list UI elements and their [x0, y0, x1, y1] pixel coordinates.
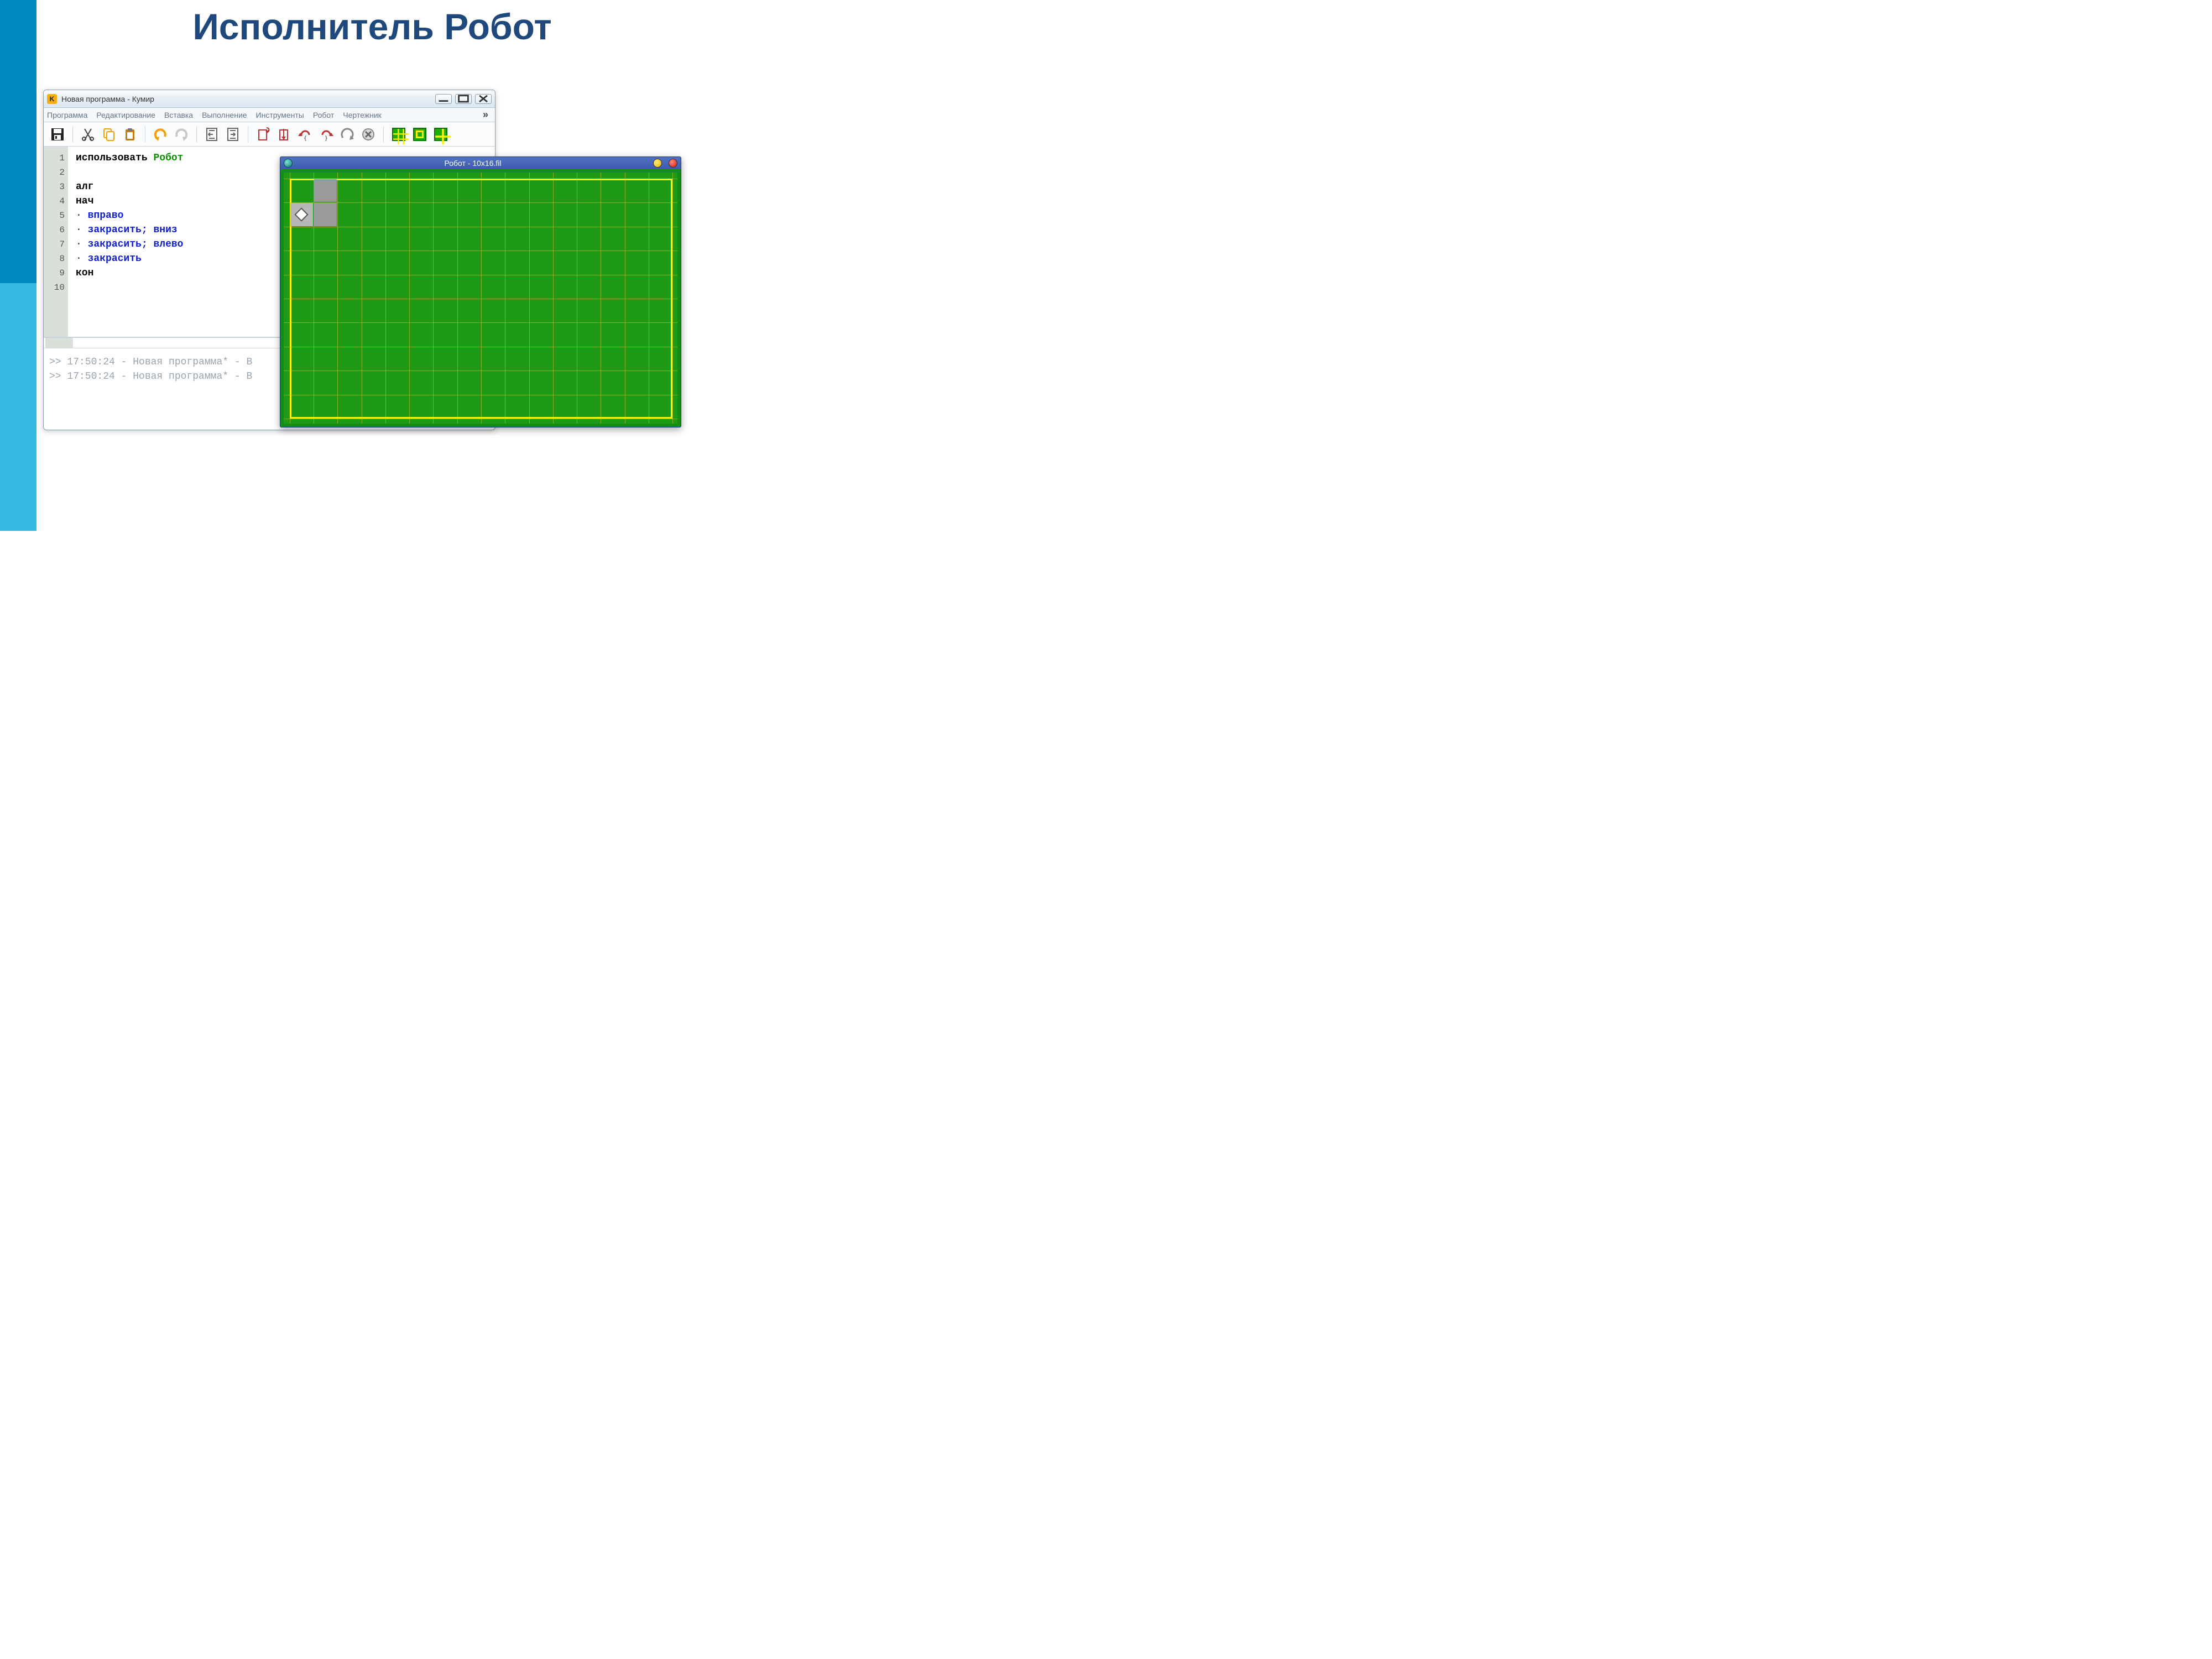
step-over-icon[interactable]	[276, 126, 293, 143]
loop-start-icon[interactable]: {	[297, 126, 314, 143]
robot-grid-icon[interactable]	[390, 126, 407, 143]
menu-insert[interactable]: Вставка	[164, 111, 193, 119]
bullet-icon: ·	[76, 225, 82, 236]
maximize-button[interactable]	[455, 94, 472, 104]
svg-text:}: }	[325, 135, 328, 142]
line-number: 4	[44, 194, 65, 208]
line-number: 6	[44, 223, 65, 237]
toolbar: { }	[44, 122, 495, 147]
undo-icon[interactable]	[152, 126, 169, 143]
code-command: закрасить;	[88, 225, 148, 236]
robot-cell-icon[interactable]	[432, 126, 449, 143]
step-in-icon[interactable]	[255, 126, 272, 143]
slide-left-band-top	[0, 0, 36, 283]
line-number: 9	[44, 266, 65, 280]
robot-frame-icon[interactable]	[411, 126, 428, 143]
minimize-button[interactable]	[435, 94, 452, 104]
painted-cell	[314, 203, 337, 226]
window-controls	[435, 94, 492, 104]
paste-icon[interactable]	[122, 126, 138, 143]
loop-end-icon[interactable]: }	[318, 126, 335, 143]
robot-window: Робот - 10x16.fil	[280, 156, 681, 427]
robot-close-button[interactable]	[669, 159, 677, 168]
pin-icon[interactable]	[284, 159, 293, 168]
indent-icon[interactable]	[225, 126, 241, 143]
code-command: влево	[153, 239, 183, 250]
robot-titlebar[interactable]: Робот - 10x16.fil	[280, 157, 681, 169]
menu-bar: Программа Редактирование Вставка Выполне…	[44, 108, 495, 122]
menu-overflow[interactable]: »	[483, 109, 492, 121]
line-number: 8	[44, 252, 65, 266]
line-number: 7	[44, 237, 65, 252]
robot-window-title: Робот - 10x16.fil	[297, 159, 649, 168]
menu-tools[interactable]: Инструменты	[256, 111, 304, 119]
robot-field[interactable]	[284, 173, 677, 424]
diamond-icon	[295, 207, 309, 221]
bullet-icon: ·	[76, 239, 82, 250]
code-command: вправо	[88, 210, 124, 221]
kumir-window-title: Новая программа - Кумир	[61, 95, 431, 103]
gutter-notch	[45, 338, 73, 348]
save-icon[interactable]	[49, 126, 66, 143]
kumir-titlebar[interactable]: K Новая программа - Кумир	[44, 90, 495, 108]
menu-robot[interactable]: Робот	[313, 111, 334, 119]
outdent-icon[interactable]	[204, 126, 220, 143]
line-number: 5	[44, 208, 65, 223]
menu-drawer[interactable]: Чертежник	[343, 111, 382, 119]
line-number: 2	[44, 165, 65, 180]
run-icon[interactable]	[339, 126, 356, 143]
copy-icon[interactable]	[101, 126, 117, 143]
line-gutter: 1 2 3 4 5 6 7 8 9 10	[44, 147, 68, 337]
bullet-icon: ·	[76, 253, 82, 264]
line-number: 3	[44, 180, 65, 194]
line-number: 1	[44, 151, 65, 165]
menu-program[interactable]: Программа	[47, 111, 87, 119]
code-command: закрасить;	[88, 239, 148, 250]
line-number: 10	[44, 280, 65, 295]
cut-icon[interactable]	[80, 126, 96, 143]
redo-icon[interactable]	[173, 126, 190, 143]
svg-text:{: {	[304, 135, 307, 142]
code-command: вниз	[153, 225, 177, 236]
code-keyword: кон	[76, 268, 93, 279]
code-command: закрасить	[88, 253, 142, 264]
robot-marker	[290, 203, 313, 226]
code-module: Робот	[153, 153, 183, 164]
code-keyword: использовать	[76, 153, 148, 164]
painted-cell	[314, 179, 337, 202]
code-keyword: нач	[76, 196, 93, 207]
robot-minimize-button[interactable]	[653, 159, 662, 168]
app-icon: K	[47, 94, 57, 104]
bullet-icon: ·	[76, 210, 82, 221]
slide-title: Исполнитель Робот	[36, 6, 708, 48]
code-keyword: алг	[76, 181, 93, 192]
stop-icon[interactable]	[360, 126, 377, 143]
close-button[interactable]	[475, 94, 492, 104]
menu-edit[interactable]: Редактирование	[96, 111, 155, 119]
menu-execute[interactable]: Выполнение	[202, 111, 247, 119]
